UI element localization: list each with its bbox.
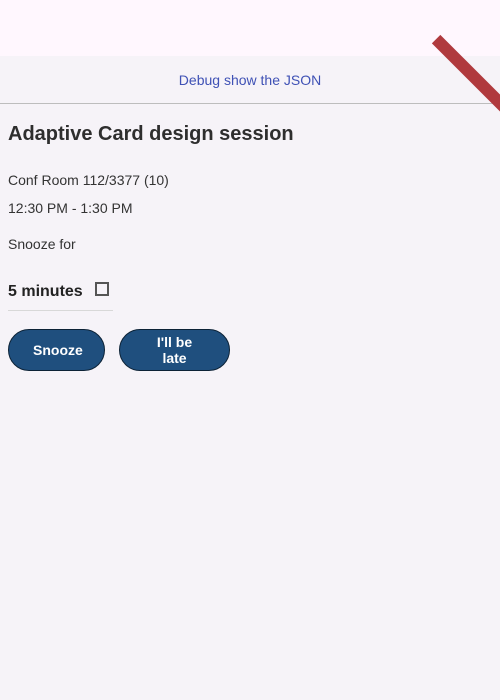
snooze-duration-select[interactable]: 5 minutes xyxy=(8,274,113,311)
time-text: 12:30 PM - 1:30 PM xyxy=(8,200,133,216)
card-actions: Snooze I'll be late xyxy=(8,329,488,371)
debug-show-json-link[interactable]: Debug show the JSON xyxy=(0,72,500,88)
adaptive-card: Adaptive Card design session Conf Room 1… xyxy=(8,120,488,371)
location-text: Conf Room 112/3377 (10) xyxy=(8,172,169,188)
status-area xyxy=(0,0,500,56)
ill-be-late-button[interactable]: I'll be late xyxy=(119,329,230,371)
debug-bar: Debug show the JSON xyxy=(0,56,500,104)
card-title: Adaptive Card design session xyxy=(8,123,294,145)
dropdown-checkbox-icon[interactable] xyxy=(94,282,109,296)
snooze-duration-value: 5 minutes xyxy=(8,283,83,300)
snooze-button[interactable]: Snooze xyxy=(8,329,105,371)
snooze-label: Snooze for xyxy=(8,236,76,252)
